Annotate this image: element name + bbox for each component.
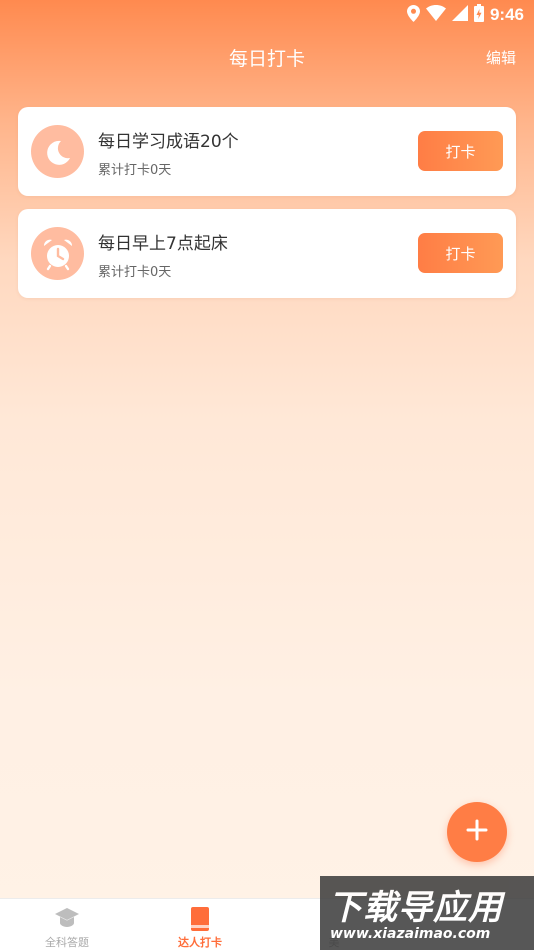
title-bar: 每日打卡 编辑	[0, 40, 534, 74]
location-icon	[406, 4, 420, 26]
nav-label: 全科答题	[45, 936, 89, 949]
alarm-clock-icon	[31, 227, 84, 280]
plus-icon	[466, 819, 488, 845]
checkin-button[interactable]: 打卡	[418, 233, 503, 273]
status-time: 9:46	[489, 5, 524, 24]
task-streak: 累计打卡0天	[98, 163, 172, 178]
page-title: 每日打卡	[228, 48, 305, 70]
graduation-cap-icon	[54, 906, 80, 934]
nav-item-checkin[interactable]: 达人打卡	[133, 899, 267, 951]
task-card[interactable]: 每日早上7点起床 累计打卡0天 打卡	[18, 209, 516, 298]
battery-icon	[473, 4, 484, 26]
watermark-url: www.xiazaimao.com	[330, 926, 491, 942]
book-icon	[189, 906, 211, 936]
task-streak: 累计打卡0天	[98, 265, 172, 280]
moon-sleep-icon: z	[31, 125, 84, 178]
nav-item-quiz[interactable]: 全科答题	[0, 899, 134, 951]
signal-icon	[451, 5, 468, 25]
wifi-icon	[425, 5, 446, 25]
task-card[interactable]: z 每日学习成语20个 累计打卡0天 打卡	[18, 107, 516, 196]
watermark-logo: 下载导应用 www.xiazaimao.com	[320, 876, 534, 950]
svg-text:z: z	[59, 144, 64, 153]
nav-label: 达人打卡	[178, 936, 222, 949]
task-title: 每日学习成语20个	[98, 132, 239, 152]
status-icons: 9:46	[406, 4, 524, 26]
status-bar: 9:46	[0, 0, 534, 28]
edit-button[interactable]: 编辑	[486, 47, 516, 68]
task-title: 每日早上7点起床	[98, 234, 228, 254]
watermark-text: 下载导应用	[328, 888, 503, 928]
add-task-button[interactable]	[447, 802, 507, 862]
checkin-button[interactable]: 打卡	[418, 131, 503, 171]
